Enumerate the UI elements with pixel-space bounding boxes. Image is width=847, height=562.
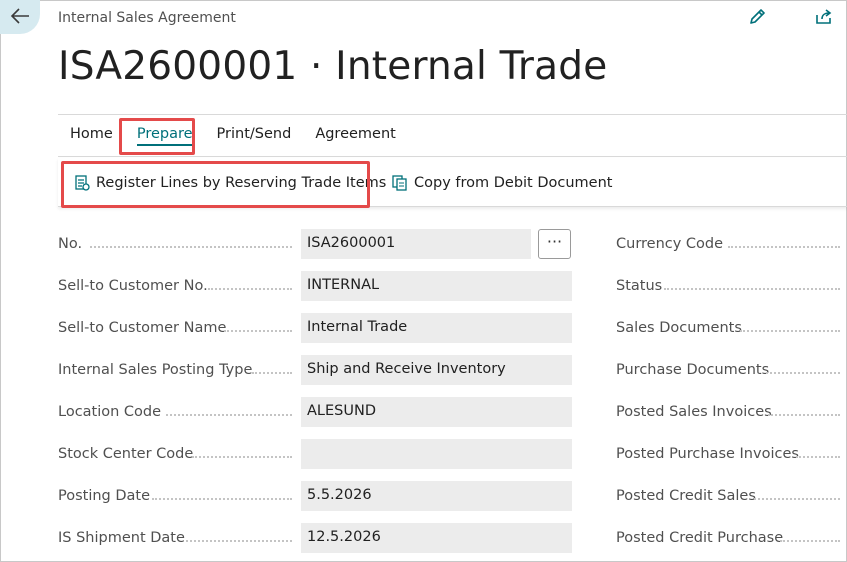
edit-pencil-icon[interactable]	[746, 6, 768, 28]
copy-document-icon	[392, 175, 407, 191]
field-label-stock-center-code: Stock Center Code	[58, 446, 194, 462]
field-label-currency-code: Currency Code	[616, 236, 724, 252]
field-label-posting-date: Posting Date	[58, 488, 151, 504]
leader-dots	[252, 372, 292, 374]
field-label-status: Status	[616, 278, 663, 294]
register-lines-highlight	[61, 161, 370, 208]
field-label-no: No.	[58, 236, 83, 252]
field-internal-sales-posting-type[interactable]: Ship and Receive Inventory	[301, 355, 572, 385]
tab-print-send[interactable]: Print/Send	[217, 126, 292, 146]
leader-dots	[186, 540, 292, 542]
leader-dots	[192, 456, 292, 458]
leader-dots	[90, 246, 292, 248]
tab-home[interactable]: Home	[70, 126, 113, 146]
field-label-sell-to-customer-no: Sell-to Customer No.	[58, 278, 208, 294]
title-divider	[58, 114, 847, 115]
field-sell-to-customer-name[interactable]: Internal Trade	[301, 313, 572, 343]
tabs-divider	[58, 156, 847, 157]
field-label-posted-credit-sales: Posted Credit Sales	[616, 488, 756, 504]
field-label-is-shipment-date: IS Shipment Date	[58, 530, 185, 546]
prepare-tab-highlight	[119, 118, 195, 155]
field-stock-center-code[interactable]	[301, 439, 572, 469]
field-no[interactable]: ISA2600001	[301, 229, 531, 259]
field-label-posted-credit-purchase: Posted Credit Purchase	[616, 530, 784, 546]
leader-dots	[152, 498, 292, 500]
page-title: ISA2600001 · Internal Trade	[58, 44, 608, 89]
leader-dots	[766, 372, 840, 374]
field-sell-to-customer-no[interactable]: INTERNAL	[301, 271, 572, 301]
leader-dots	[754, 498, 840, 500]
more-options-button[interactable]: ···	[538, 229, 571, 259]
page-caption: Internal Sales Agreement	[58, 10, 236, 26]
leader-dots	[728, 246, 840, 248]
leader-dots	[664, 288, 840, 290]
leader-dots	[208, 288, 292, 290]
leader-dots	[224, 330, 292, 332]
field-posting-date[interactable]: 5.5.2026	[301, 481, 572, 511]
field-label-internal-sales-posting-type: Internal Sales Posting Type	[58, 362, 253, 378]
back-arrow-icon	[10, 8, 29, 24]
copy-debit-document-button[interactable]: Copy from Debit Document	[392, 175, 612, 191]
leader-dots	[768, 414, 840, 416]
field-label-purchase-documents: Purchase Documents	[616, 362, 770, 378]
leader-dots	[740, 330, 840, 332]
leader-dots	[780, 540, 840, 542]
leader-dots	[796, 456, 840, 458]
leader-dots	[166, 414, 292, 416]
field-label-sell-to-customer-name: Sell-to Customer Name	[58, 320, 227, 336]
field-is-shipment-date[interactable]: 12.5.2026	[301, 523, 572, 553]
field-label-sales-documents: Sales Documents	[616, 320, 742, 336]
copy-debit-document-label: Copy from Debit Document	[414, 175, 613, 191]
tab-agreement[interactable]: Agreement	[315, 126, 396, 146]
field-label-posted-sales-invoices: Posted Sales Invoices	[616, 404, 772, 420]
field-location-code[interactable]: ALESUND	[301, 397, 572, 427]
share-icon[interactable]	[813, 6, 835, 28]
field-label-location-code: Location Code	[58, 404, 162, 420]
field-label-posted-purchase-invoices: Posted Purchase Invoices	[616, 446, 799, 462]
